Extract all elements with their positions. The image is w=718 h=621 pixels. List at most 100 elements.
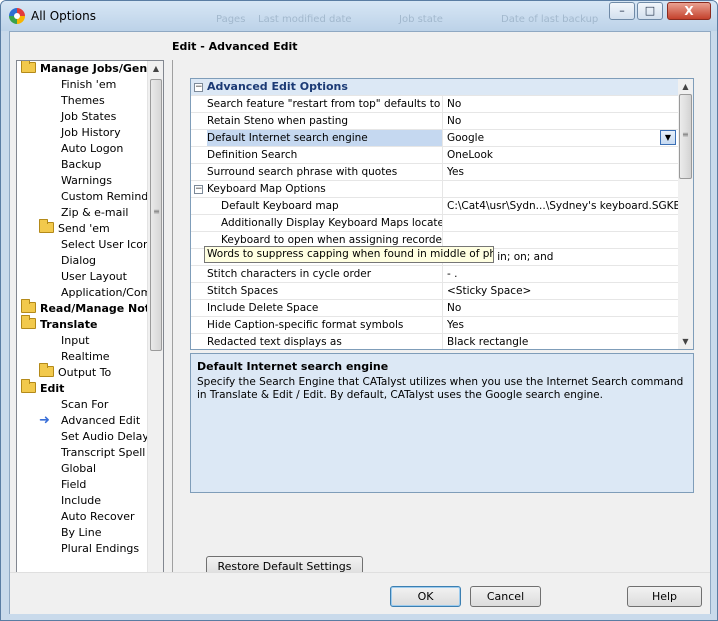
scroll-up-arrow-icon[interactable]: ▲ bbox=[678, 79, 693, 94]
tree-scroll-thumb[interactable]: ≡ bbox=[150, 79, 162, 351]
ok-button[interactable]: OK bbox=[390, 586, 461, 607]
tree-item-label: By Line bbox=[61, 526, 102, 539]
property-name: Retain Steno when pasting bbox=[207, 113, 443, 129]
property-row[interactable]: Definition Search OneLook bbox=[191, 147, 679, 164]
tree-item[interactable]: By Line bbox=[61, 525, 101, 541]
close-button[interactable]: X bbox=[667, 2, 711, 20]
tree-item[interactable]: Themes bbox=[61, 93, 105, 109]
property-row[interactable]: Default Keyboard map C:\Cat4\usr\Sydn...\… bbox=[191, 198, 679, 215]
property-row[interactable]: Surround search phrase with quotes Yes bbox=[191, 164, 679, 181]
tree-item[interactable]: Scan For bbox=[61, 397, 108, 413]
property-name: Include Delete Space bbox=[207, 300, 443, 316]
property-value[interactable]: No bbox=[445, 96, 679, 112]
collapse-icon[interactable]: − bbox=[194, 83, 203, 92]
tree-item[interactable]: Backup bbox=[61, 157, 101, 173]
ghost-column-last-modified: Last modified date bbox=[258, 14, 352, 25]
property-value-text: Yes bbox=[447, 166, 464, 178]
tree-item[interactable]: Read/Manage Notes bbox=[21, 299, 147, 317]
property-category-row[interactable]: − Keyboard Map Options bbox=[191, 181, 679, 198]
tree-item[interactable]: Input bbox=[61, 333, 89, 349]
property-name: Additionally Display Keyboard Maps locat… bbox=[207, 215, 443, 231]
tree-item[interactable]: Application/Computer bbox=[61, 285, 147, 301]
window-title: All Options bbox=[31, 9, 96, 23]
property-value[interactable]: Google ▼ bbox=[445, 130, 679, 146]
property-value[interactable]: Black rectangle bbox=[445, 334, 679, 349]
property-grid[interactable]: − Advanced Edit Options Search feature "re… bbox=[190, 78, 694, 350]
property-row[interactable]: Redacted text displays as Black rectangle bbox=[191, 334, 679, 349]
property-value-text: Black rectangle bbox=[447, 336, 529, 348]
tree-item[interactable]: Plural Endings bbox=[61, 541, 139, 557]
property-value[interactable] bbox=[445, 181, 679, 197]
maximize-button[interactable]: □ bbox=[637, 2, 663, 20]
tooltip: Words to suppress capping when found in … bbox=[204, 246, 494, 263]
property-value[interactable]: Yes bbox=[445, 317, 679, 333]
dialog-button-bar: OK Cancel Help bbox=[10, 572, 710, 614]
tree-item[interactable]: Auto Logon bbox=[61, 141, 123, 157]
property-row[interactable]: Stitch characters in cycle order - . bbox=[191, 266, 679, 283]
property-value-text: <Sticky Space> bbox=[447, 285, 532, 297]
folder-icon bbox=[21, 315, 36, 329]
property-value[interactable]: No bbox=[445, 113, 679, 129]
property-name: Advanced Edit Options bbox=[207, 80, 348, 93]
tree-item[interactable]: Job States bbox=[61, 109, 116, 125]
property-row[interactable]: Include Delete Space No bbox=[191, 300, 679, 317]
dropdown-arrow-icon[interactable]: ▼ bbox=[660, 130, 676, 145]
cancel-button[interactable]: Cancel bbox=[470, 586, 541, 607]
tree-item[interactable]: Realtime bbox=[61, 349, 110, 365]
property-row[interactable]: Default Internet search engine Google ▼ bbox=[191, 130, 679, 147]
grid-vertical-scrollbar[interactable]: ▲ ≡ ▼ bbox=[678, 79, 693, 349]
tree-item[interactable]: User Layout bbox=[61, 269, 127, 285]
tree-item[interactable]: Select User Icon bbox=[61, 237, 147, 253]
property-value[interactable]: No bbox=[445, 300, 679, 316]
tree-item[interactable]: Global bbox=[61, 461, 96, 477]
tree-item[interactable]: Advanced Edit bbox=[61, 413, 140, 429]
minimize-button[interactable]: – bbox=[609, 2, 635, 20]
tree-item-label: Custom Reminders bbox=[61, 190, 147, 203]
tree-item[interactable]: Custom Reminders bbox=[61, 189, 147, 205]
property-value[interactable]: <Sticky Space> bbox=[445, 283, 679, 299]
collapse-icon[interactable]: − bbox=[194, 185, 203, 194]
tree-item[interactable]: Field bbox=[61, 477, 86, 493]
scroll-up-arrow-icon[interactable]: ▲ bbox=[148, 61, 163, 77]
property-value[interactable]: C:\Cat4\usr\Sydn...\Sydney's keyboard.SG… bbox=[445, 198, 679, 214]
property-row[interactable]: Retain Steno when pasting No bbox=[191, 113, 679, 130]
options-tree[interactable]: Manage Jobs/General Finish 'em Themes Job S… bbox=[16, 60, 164, 600]
tree-item-label: Select User Icon bbox=[61, 238, 147, 251]
description-text: Specify the Search Engine that CATalyst … bbox=[197, 376, 684, 401]
help-button[interactable]: Help bbox=[627, 586, 702, 607]
tree-item[interactable]: Zip & e-mail bbox=[61, 205, 128, 221]
tree-item-label: Global bbox=[61, 462, 97, 475]
tree-vertical-scrollbar[interactable]: ▲ ≡ ▼ bbox=[147, 61, 163, 585]
title-bar[interactable]: All Options Pages Last modified date Job… bbox=[1, 1, 717, 31]
property-row[interactable]: Hide Caption-specific format symbols Yes bbox=[191, 317, 679, 334]
tree-item-label: Output To bbox=[58, 366, 112, 379]
tree-item[interactable]: Transcript Spell Check bbox=[61, 445, 147, 461]
tree-item-label: Dialog bbox=[61, 254, 97, 267]
tree-item[interactable]: Warnings bbox=[61, 173, 112, 189]
tree-item[interactable]: Finish 'em bbox=[61, 77, 116, 93]
property-value[interactable]: OneLook bbox=[445, 147, 679, 163]
tree-item[interactable]: Job History bbox=[61, 125, 121, 141]
scroll-down-arrow-icon[interactable]: ▼ bbox=[678, 334, 693, 349]
tree-item[interactable]: Manage Jobs/General bbox=[21, 61, 147, 77]
property-value[interactable] bbox=[445, 215, 679, 231]
tree-item[interactable]: Translate bbox=[21, 315, 97, 333]
property-name: Default Internet search engine bbox=[207, 130, 443, 146]
tree-item[interactable]: Dialog bbox=[61, 253, 96, 269]
tree-item-label: Edit bbox=[40, 382, 65, 395]
tree-item[interactable]: Include bbox=[61, 493, 101, 509]
tree-item[interactable]: Auto Recover bbox=[61, 509, 135, 525]
tree-item[interactable]: Set Audio Delay bbox=[61, 429, 147, 445]
property-value[interactable]: Yes bbox=[445, 164, 679, 180]
grid-scroll-thumb[interactable]: ≡ bbox=[679, 94, 692, 179]
property-value[interactable]: - . bbox=[445, 266, 679, 282]
tree-item-label: Job History bbox=[61, 126, 121, 139]
property-row[interactable]: Additionally Display Keyboard Maps locat… bbox=[191, 215, 679, 232]
options-window: All Options Pages Last modified date Job… bbox=[0, 0, 718, 621]
property-row[interactable]: Search feature "restart from top" defaul… bbox=[191, 96, 679, 113]
property-category-row[interactable]: − Advanced Edit Options bbox=[191, 79, 679, 96]
tree-item[interactable]: Output To bbox=[39, 363, 112, 381]
tree-item[interactable]: Send 'em bbox=[39, 219, 110, 237]
tree-item[interactable]: Edit bbox=[21, 379, 65, 397]
property-row[interactable]: Stitch Spaces <Sticky Space> bbox=[191, 283, 679, 300]
